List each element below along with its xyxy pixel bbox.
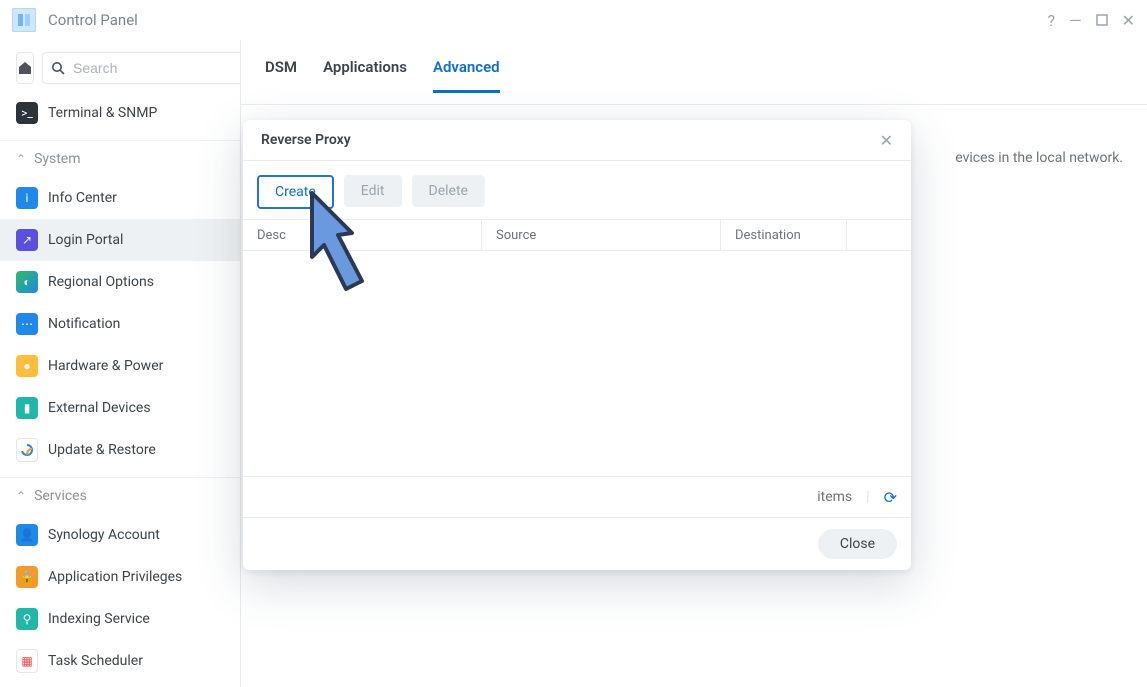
lock-icon: 🔒 — [16, 566, 38, 588]
sidebar-item-hardware-power[interactable]: ● Hardware & Power — [0, 345, 240, 387]
chevron-up-icon: ⌃ — [16, 152, 26, 166]
create-button[interactable]: Create — [257, 175, 334, 209]
window-title-bar: Control Panel ? — ✕ — [0, 0, 1147, 40]
minimize-icon[interactable]: — — [1069, 11, 1082, 30]
tab-dsm[interactable]: DSM — [265, 58, 297, 90]
account-icon: 👤 — [16, 524, 38, 546]
column-spacer — [847, 220, 911, 250]
sidebar-item-label: Terminal & SNMP — [48, 105, 157, 121]
sidebar-item-label: Login Portal — [48, 232, 123, 248]
home-icon — [17, 60, 33, 76]
column-destination[interactable]: Destination — [721, 220, 847, 250]
calendar-icon: ▦ — [16, 650, 38, 672]
sidebar-item-synology-account[interactable]: 👤 Synology Account — [0, 514, 240, 556]
search-doc-icon: ⚲ — [16, 608, 38, 630]
sidebar-item-terminal-snmp[interactable]: >_ Terminal & SNMP — [0, 92, 240, 134]
modal-header: Reverse Proxy ✕ — [243, 120, 911, 161]
sidebar-item-label: Synology Account — [48, 527, 160, 543]
sidebar-item-label: Regional Options — [48, 274, 154, 290]
sidebar-item-notification[interactable]: ⋯ Notification — [0, 303, 240, 345]
item-count-label: items — [817, 489, 852, 505]
sidebar-group-label: System — [34, 151, 80, 167]
maximize-icon[interactable] — [1096, 11, 1108, 30]
sidebar-item-label: Update & Restore — [48, 442, 156, 458]
sidebar-item-regional-options[interactable]: ◐ Regional Options — [0, 261, 240, 303]
sidebar-group-label: Services — [34, 488, 87, 504]
sidebar-item-update-restore[interactable]: Update & Restore — [0, 429, 240, 471]
close-button[interactable]: Close — [818, 529, 897, 559]
sidebar-item-info-center[interactable]: i Info Center — [0, 177, 240, 219]
table-header: Desc Source Destination — [243, 219, 911, 251]
chat-icon: ⋯ — [16, 313, 38, 335]
device-icon: ▮ — [16, 397, 38, 419]
sidebar-item-label: External Devices — [48, 400, 151, 416]
search-icon — [51, 61, 65, 75]
reverse-proxy-modal: Reverse Proxy ✕ Create Edit Delete Desc … — [243, 120, 911, 570]
sidebar-item-label: Info Center — [48, 190, 117, 206]
chevron-up-icon: ⌃ — [16, 489, 26, 503]
restore-icon — [16, 439, 38, 461]
globe-icon: ◐ — [16, 271, 38, 293]
sidebar: >_ Terminal & SNMP ⌃ System i Info Cente… — [0, 40, 241, 687]
control-panel-icon — [12, 8, 36, 32]
window-title: Control Panel — [48, 11, 138, 29]
tab-bar: DSM Applications Advanced — [241, 40, 1147, 105]
bulb-icon: ● — [16, 355, 38, 377]
tab-advanced[interactable]: Advanced — [433, 58, 500, 93]
terminal-icon: >_ — [16, 102, 38, 124]
sidebar-item-label: Hardware & Power — [48, 358, 163, 374]
sidebar-item-external-devices[interactable]: ▮ External Devices — [0, 387, 240, 429]
modal-toolbar: Create Edit Delete — [243, 161, 911, 219]
search-field[interactable] — [42, 52, 241, 84]
sidebar-item-task-scheduler[interactable]: ▦ Task Scheduler — [0, 640, 240, 682]
sidebar-item-label: Task Scheduler — [48, 653, 143, 669]
sidebar-item-login-portal[interactable]: ↗ Login Portal — [0, 219, 240, 261]
close-window-icon[interactable]: ✕ — [1122, 11, 1135, 30]
modal-title: Reverse Proxy — [261, 132, 351, 148]
edit-button: Edit — [344, 175, 402, 207]
delete-button: Delete — [412, 175, 485, 207]
help-icon[interactable]: ? — [1048, 11, 1056, 30]
home-button[interactable] — [16, 52, 34, 84]
column-description[interactable]: Desc — [243, 220, 482, 250]
tab-applications[interactable]: Applications — [323, 58, 407, 90]
refresh-icon[interactable]: ⟳ — [884, 488, 897, 507]
sidebar-item-application-privileges[interactable]: 🔒 Application Privileges — [0, 556, 240, 598]
table-body — [243, 251, 911, 476]
sidebar-group-services[interactable]: ⌃ Services — [0, 477, 240, 514]
info-icon: i — [16, 187, 38, 209]
search-input[interactable] — [71, 59, 241, 77]
sidebar-item-indexing-service[interactable]: ⚲ Indexing Service — [0, 598, 240, 640]
column-source[interactable]: Source — [482, 220, 721, 250]
close-icon[interactable]: ✕ — [880, 131, 893, 150]
sidebar-item-label: Application Privileges — [48, 569, 182, 585]
modal-footer: Close — [243, 517, 911, 570]
sidebar-item-label: Notification — [48, 316, 120, 332]
modal-status-bar: items | ⟳ — [243, 476, 911, 517]
sidebar-group-system[interactable]: ⌃ System — [0, 140, 240, 177]
login-portal-icon: ↗ — [16, 229, 38, 251]
sidebar-item-label: Indexing Service — [48, 611, 150, 627]
